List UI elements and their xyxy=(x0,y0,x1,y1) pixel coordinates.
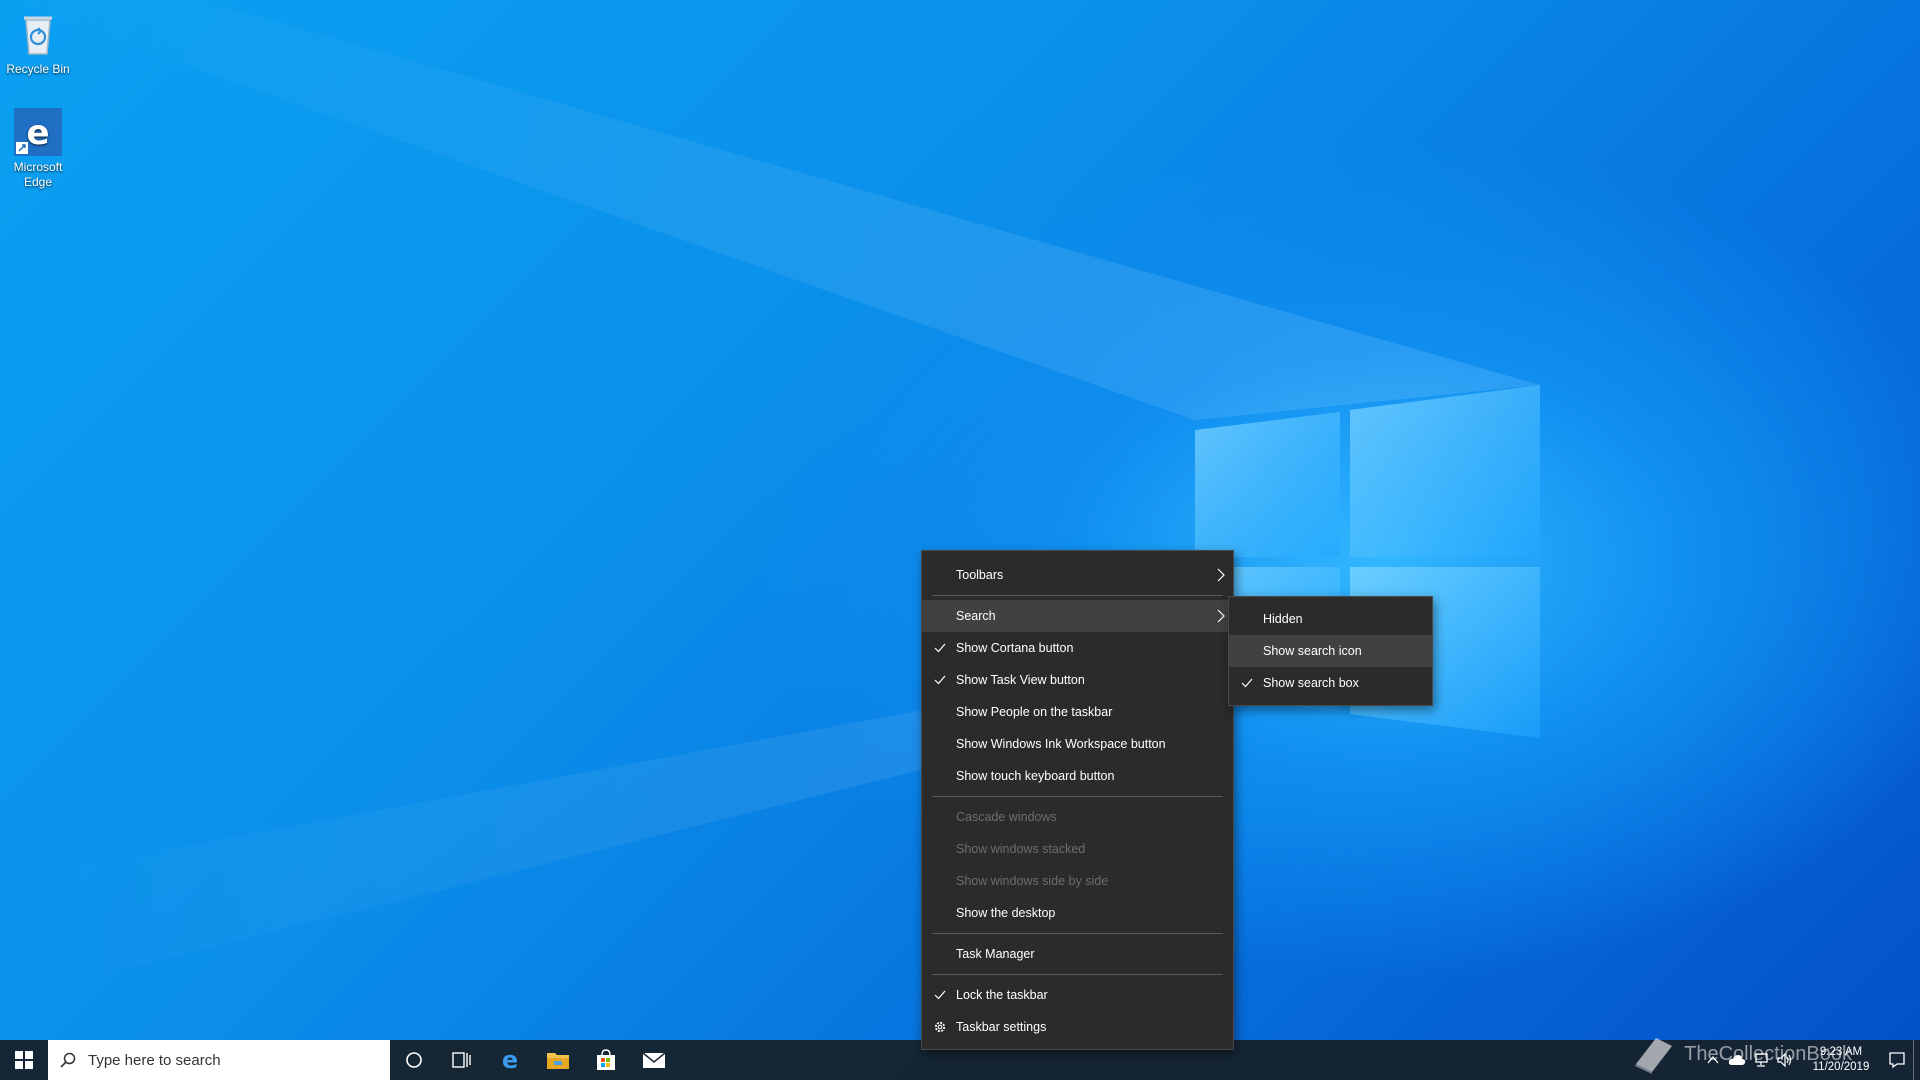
clock-time: 9:23 AM xyxy=(1819,1046,1863,1058)
menu-item-label: Lock the taskbar xyxy=(956,988,1048,1002)
menu-item-label: Show windows stacked xyxy=(956,842,1086,856)
mail-icon xyxy=(642,1052,666,1068)
svg-text:e: e xyxy=(502,1048,518,1072)
taskbar-file-explorer[interactable] xyxy=(534,1040,582,1080)
search-placeholder: Type here to search xyxy=(88,1051,221,1069)
checkmark-icon xyxy=(932,664,948,696)
desktop-icon-label: Recycle Bin xyxy=(6,62,70,76)
menu-item-show-ink-workspace[interactable]: Show Windows Ink Workspace button xyxy=(922,728,1233,760)
taskbar-mail[interactable] xyxy=(630,1040,678,1080)
menu-item-lock-the-taskbar[interactable]: Lock the taskbar xyxy=(922,979,1233,1011)
menu-item-cascade-windows: Cascade windows xyxy=(922,801,1233,833)
search-icon xyxy=(60,1052,76,1068)
taskbar-edge[interactable]: e xyxy=(486,1040,534,1080)
submenu-item-show-search-box[interactable]: Show search box xyxy=(1229,667,1432,699)
recycle-bin-shortcut[interactable]: Recycle Bin xyxy=(0,8,76,77)
menu-item-show-cortana-button[interactable]: Show Cortana button xyxy=(922,632,1233,664)
menu-item-show-people[interactable]: Show People on the taskbar xyxy=(922,696,1233,728)
menu-separator xyxy=(932,933,1223,934)
chevron-up-icon xyxy=(1707,1055,1719,1064)
taskbar-clock[interactable]: 9:23 AM 11/20/2019 xyxy=(1797,1045,1885,1075)
menu-item-show-task-view-button[interactable]: Show Task View button xyxy=(922,664,1233,696)
menu-item-toolbars[interactable]: Toolbars xyxy=(922,559,1233,591)
edge-icon: e xyxy=(14,108,62,156)
checkmark-icon xyxy=(1239,667,1255,699)
menu-item-label: Show the desktop xyxy=(956,906,1056,920)
microsoft-edge-shortcut[interactable]: e Microsoft Edge xyxy=(0,106,76,190)
menu-item-label: Show touch keyboard button xyxy=(956,769,1115,783)
menu-item-show-the-desktop[interactable]: Show the desktop xyxy=(922,897,1233,929)
menu-item-label: Toolbars xyxy=(956,568,1004,582)
notification-icon xyxy=(1889,1052,1905,1069)
menu-item-label: Show Task View button xyxy=(956,673,1085,687)
show-desktop-button[interactable] xyxy=(1913,1040,1920,1080)
taskbar-search-box[interactable]: Type here to search xyxy=(48,1040,390,1080)
system-tray: 9:23 AM 11/20/2019 xyxy=(1701,1040,1920,1080)
menu-item-search[interactable]: Search xyxy=(922,600,1233,632)
chevron-right-icon xyxy=(1217,600,1225,632)
search-submenu: Hidden Show search icon Show search box xyxy=(1228,596,1433,706)
menu-separator xyxy=(932,595,1223,596)
svg-text:e: e xyxy=(26,113,49,153)
taskbar-store[interactable] xyxy=(582,1040,630,1080)
cloud-icon xyxy=(1728,1055,1746,1065)
menu-item-show-windows-stacked: Show windows stacked xyxy=(922,833,1233,865)
start-button[interactable] xyxy=(0,1040,48,1080)
volume-button[interactable] xyxy=(1773,1040,1797,1080)
menu-item-label: Show Windows Ink Workspace button xyxy=(956,737,1166,751)
desktop-icon-label: Microsoft Edge xyxy=(13,160,63,189)
cortana-icon xyxy=(406,1052,422,1068)
store-icon xyxy=(597,1049,615,1070)
checkmark-icon xyxy=(932,979,948,1011)
task-view-icon xyxy=(452,1052,471,1068)
menu-item-label: Taskbar settings xyxy=(956,1020,1047,1034)
recycle-bin-icon xyxy=(24,16,52,55)
network-icon xyxy=(1755,1053,1768,1067)
speaker-icon xyxy=(1777,1052,1792,1068)
network-button[interactable] xyxy=(1749,1040,1773,1080)
menu-item-label: Cascade windows xyxy=(956,810,1057,824)
edge-icon: e xyxy=(502,1048,518,1072)
menu-separator xyxy=(932,796,1223,797)
menu-item-label: Show People on the taskbar xyxy=(956,705,1113,719)
submenu-item-show-search-icon[interactable]: Show search icon xyxy=(1229,635,1432,667)
menu-item-taskbar-settings[interactable]: Taskbar settings xyxy=(922,1011,1233,1043)
gear-icon xyxy=(932,1011,948,1043)
menu-item-label: Show Cortana button xyxy=(956,641,1074,655)
checkmark-icon xyxy=(932,632,948,664)
submenu-item-hidden[interactable]: Hidden xyxy=(1229,603,1432,635)
menu-item-task-manager[interactable]: Task Manager xyxy=(922,938,1233,970)
file-explorer-icon xyxy=(547,1053,569,1069)
start-icon xyxy=(15,1051,33,1069)
onedrive-button[interactable] xyxy=(1725,1040,1749,1080)
menu-item-show-touch-keyboard[interactable]: Show touch keyboard button xyxy=(922,760,1233,792)
task-view-button[interactable] xyxy=(438,1040,486,1080)
menu-item-label: Task Manager xyxy=(956,947,1035,961)
action-center-button[interactable] xyxy=(1885,1040,1909,1080)
menu-item-label: Show windows side by side xyxy=(956,874,1109,888)
menu-item-label: Hidden xyxy=(1263,612,1303,626)
menu-item-label: Search xyxy=(956,609,996,623)
menu-item-show-windows-side-by-side: Show windows side by side xyxy=(922,865,1233,897)
show-hidden-icons-button[interactable] xyxy=(1701,1040,1725,1080)
chevron-right-icon xyxy=(1217,559,1225,591)
menu-item-label: Show search icon xyxy=(1263,644,1362,658)
taskbar-context-menu: Toolbars Search Show Cortana button Show… xyxy=(921,550,1234,1050)
menu-item-label: Show search box xyxy=(1263,676,1359,690)
menu-separator xyxy=(932,974,1223,975)
clock-date: 11/20/2019 xyxy=(1812,1061,1870,1073)
cortana-button[interactable] xyxy=(390,1040,438,1080)
